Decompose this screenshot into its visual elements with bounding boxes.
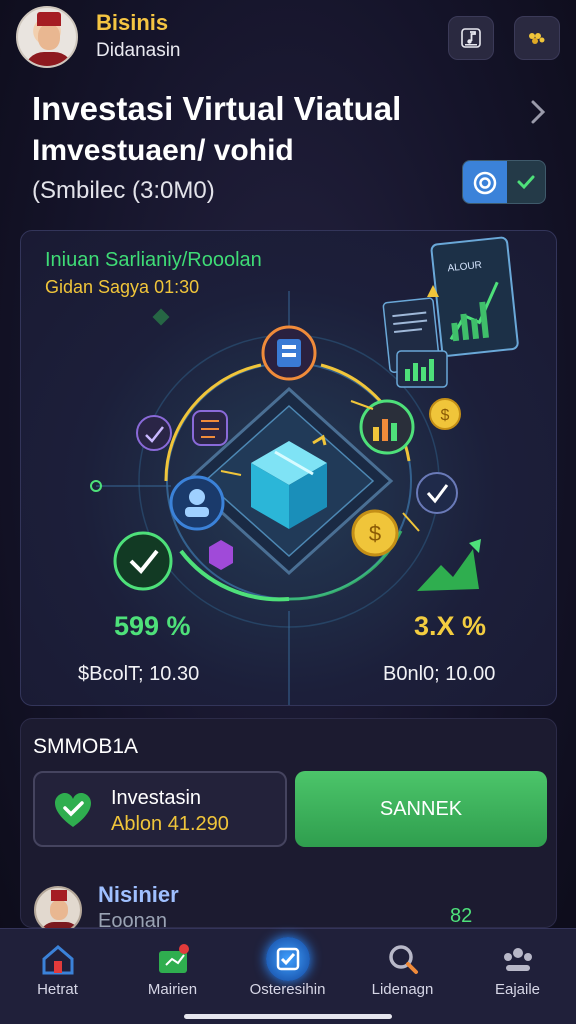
growth-arrow-icon [417,539,481,591]
user-score: 82 [450,905,473,927]
hero-label-primary: Iniuan Sarlianiy/Rooolan [45,249,262,271]
heart-check-icon [55,793,91,827]
user-name: Nisinier [98,882,179,907]
nav-item-checklist[interactable]: Osteresihin [230,929,345,1009]
page-title-caption: (Smbilec (3:0M0) [32,177,215,204]
shield-check-icon [113,531,173,591]
dashboard-panel: ALOUR [430,236,519,357]
page-title: Investasi Virtual Viatual [32,90,402,127]
svg-text:$: $ [441,407,450,424]
profile-avatar[interactable] [16,6,78,68]
home-icon [42,945,74,975]
app-header: Bisinis Didanasin [0,0,576,80]
nav-label-search: Lidenagn [371,981,434,998]
nav-item-wallet[interactable]: Mairien [115,929,230,1009]
document-icon [261,325,317,381]
user-avatar[interactable] [34,886,82,934]
wallet-icon [159,944,189,973]
view-toggle[interactable] [462,160,546,204]
user-shield-icon [169,475,225,531]
dollar-coin-icon: $ [351,509,399,557]
music-button[interactable] [448,16,494,60]
investment-hero-card[interactable]: $ $ ALOUR Iniuan Sarlianiy/Rooolan Gidan… [20,230,557,706]
investment-card-title: Investasin [111,787,202,809]
search-icon [389,945,418,974]
coins-icon [529,33,545,44]
submit-button[interactable]: SANNEK [295,771,547,847]
coins-button[interactable] [514,16,560,60]
toggle-check-option[interactable] [507,161,545,203]
music-note-icon [461,28,481,48]
checklist-icon [192,410,228,446]
nav-item-profile[interactable]: Eajaile [460,929,575,1009]
bar-chart-icon [359,399,415,455]
investment-card-amount: Ablon 41.290 [111,813,229,835]
hero-label-secondary: Gidan Sagya 01:30 [45,277,200,297]
percent-left: 599 % [114,611,191,641]
value-left: $BcolT; 10.30 [78,663,200,685]
nav-label-wallet: Mairien [147,981,198,998]
summary-title: SMMOB1A [33,735,139,758]
nav-label-checklist: Osteresihin [249,981,326,998]
profile-icon [504,948,532,971]
bottom-navigation: Hetrat Mairien Osteresihin Lidenagn Eaja… [0,928,576,1024]
verified-icon [416,472,458,514]
investment-card[interactable]: Investasin Ablon 41.290 [33,771,287,847]
check-icon [517,175,535,190]
app-subtitle: Didanasin [96,40,181,61]
cube-small-icon [209,540,233,570]
value-right: B0nl0; 10.00 [383,663,496,685]
nav-label-home: Hetrat [37,981,78,998]
mini-chart-panel [396,350,448,388]
nav-label-profile: Eajaile [494,981,541,998]
chevron-right-icon[interactable] [524,96,552,128]
nav-item-search[interactable]: Lidenagn [345,929,460,1009]
checklist-icon [266,937,310,981]
gold-coin-icon: $ [429,398,461,430]
analytics-circle-icon [136,415,172,451]
page-title-secondary: Imvestuaen/ vohid [32,134,294,167]
percent-right: 3.X % [414,611,487,641]
toggle-on-option[interactable] [463,161,507,203]
nav-item-home[interactable]: Hetrat [0,929,115,1009]
app-brand: Bisinis [96,10,169,35]
svg-text:$: $ [369,521,381,546]
home-indicator [184,1014,392,1019]
target-icon [473,171,497,195]
